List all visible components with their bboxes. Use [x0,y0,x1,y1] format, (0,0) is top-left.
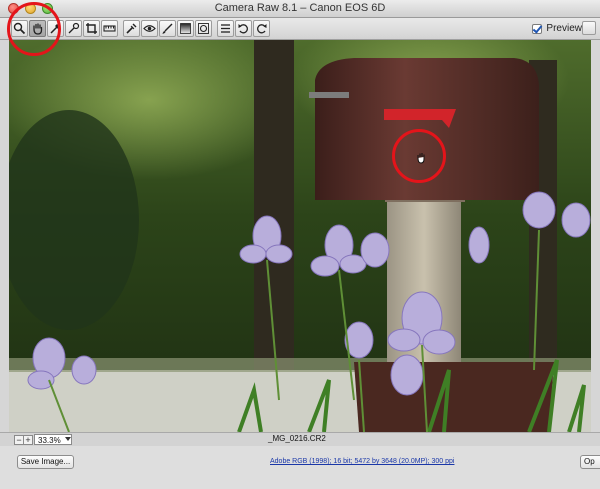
rotate-right-icon [257,24,267,34]
workflow-options-link[interactable]: Adobe RGB (1998); 16 bit; 5472 by 3648 (… [270,458,454,465]
graduated-filter-icon [180,23,191,34]
rotate-right-button[interactable] [253,20,270,37]
photo-mailbox-irises [9,40,591,432]
straighten-tool-button[interactable] [101,20,118,37]
spot-removal-tool-button[interactable] [123,20,140,37]
radial-filter-tool-button[interactable] [195,20,212,37]
adjustment-brush-icon [162,23,173,34]
rotate-left-icon [238,24,248,34]
preferences-icon [221,24,230,33]
fullscreen-button[interactable] [582,21,596,35]
spot-removal-icon [126,23,137,34]
radial-filter-icon [198,23,209,34]
red-eye-tool-button[interactable] [141,20,158,37]
preview-checkbox[interactable] [532,23,543,34]
preview-toggle[interactable]: Preview [532,23,582,34]
red-eye-icon [143,25,156,32]
title-bar: Camera Raw 8.1 – Canon EOS 6D [0,0,600,18]
image-preview[interactable] [9,40,591,432]
hand-cursor-icon [417,153,425,164]
open-image-button[interactable]: Op [580,455,600,469]
preferences-button[interactable] [217,20,234,37]
zoom-level: 33.3% [38,436,61,445]
bottom-bar: Save Image... Adobe RGB (1998); 16 bit; … [0,446,600,489]
annotation-circle-tool [7,2,61,56]
adjustment-brush-tool-button[interactable] [159,20,176,37]
straighten-icon [103,25,116,32]
graduated-filter-tool-button[interactable] [177,20,194,37]
zoom-in-button[interactable]: + [23,435,33,445]
file-name: _MG_0216.CR2 [268,434,326,443]
window-title: Camera Raw 8.1 – Canon EOS 6D [214,2,386,14]
rotate-left-button[interactable] [235,20,252,37]
preview-label: Preview [546,23,582,34]
chevron-down-icon [65,437,71,441]
crop-tool-button[interactable] [83,20,100,37]
status-bar: − + 33.3% _MG_0216.CR2 [0,432,600,446]
save-image-button[interactable]: Save Image... [17,455,74,469]
crop-icon [86,23,97,34]
color-sampler-icon [68,22,80,34]
toolbar: Preview [0,18,600,40]
color-sampler-tool-button[interactable] [65,20,82,37]
